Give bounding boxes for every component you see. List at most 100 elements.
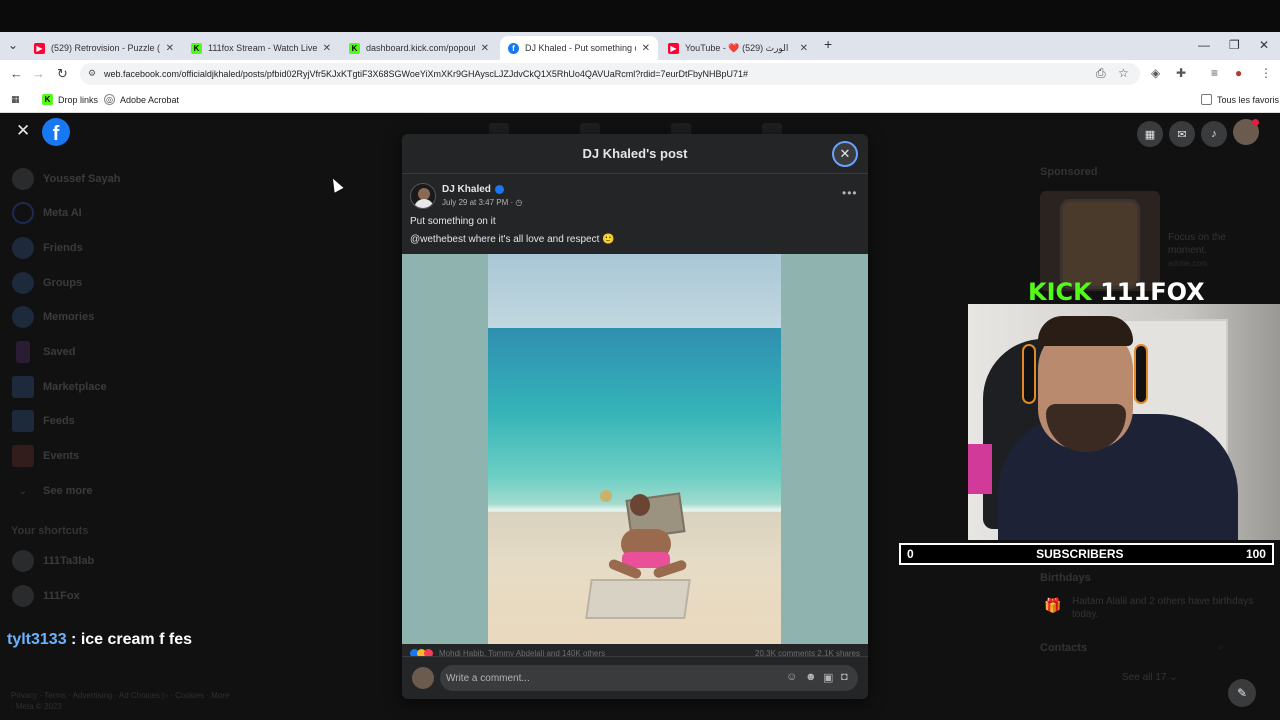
forward-icon[interactable]: → — [32, 66, 45, 81]
avatar — [12, 168, 34, 190]
tab-search-icon[interactable]: ⌄ — [8, 38, 18, 52]
sidebar-item-events[interactable]: Events — [12, 445, 79, 467]
stream-chat-message: tylt3133 : ice cream f fes — [7, 631, 192, 649]
extensions-puzzle-icon[interactable]: ✚ — [1176, 66, 1186, 80]
memories-icon — [12, 306, 34, 328]
tab-kick-dashboard[interactable]: K dashboard.kick.com/popout/1 ✕ — [341, 36, 497, 60]
shortcut-item[interactable]: 111Ta3lab — [12, 550, 94, 572]
post-media[interactable] — [402, 254, 868, 644]
tab-close-icon[interactable]: ✕ — [323, 43, 331, 54]
close-window-icon[interactable]: ✕ — [1259, 38, 1269, 52]
camera-icon[interactable]: ▣ — [823, 671, 833, 684]
headset-right — [1134, 344, 1148, 404]
birthdays-text[interactable]: Haitam Alalil and 2 others have birthday… — [1072, 595, 1262, 621]
facebook-logo-icon[interactable]: f — [42, 118, 70, 146]
site-info-icon[interactable]: ⚙ — [88, 68, 96, 79]
chevron-down-icon: ⌄ — [18, 485, 28, 497]
streamer-webcam — [968, 304, 1280, 540]
post-text: Put something on it — [410, 216, 496, 227]
restore-icon[interactable]: ❐ — [1229, 38, 1240, 52]
sidebar-item-profile[interactable]: Youssef Sayah — [12, 168, 120, 190]
tab-111fox-stream[interactable]: K 111fox Stream - Watch Live on ✕ — [183, 36, 339, 60]
beach-photo[interactable] — [488, 254, 781, 644]
sidebar-item-groups[interactable]: Groups — [12, 272, 82, 294]
modal-title: DJ Khaled's post — [402, 134, 868, 174]
sidebar-item-memories[interactable]: Memories — [12, 306, 94, 328]
tab-close-icon[interactable]: ✕ — [166, 43, 174, 54]
apps-grid-icon[interactable]: ▦ — [11, 94, 20, 105]
menu-grid-icon[interactable]: ▦ — [1137, 121, 1163, 147]
avatar — [12, 585, 34, 607]
tab-retrovision[interactable]: ▶ (529) Retrovision - Puzzle (202 ✕ — [26, 36, 182, 60]
notification-badge — [1252, 119, 1259, 126]
photo-sea — [488, 328, 781, 514]
minimize-icon[interactable]: — — [1198, 38, 1210, 52]
groups-icon — [12, 272, 34, 294]
shortcut-item[interactable]: 111Fox — [12, 585, 80, 607]
tab-close-icon[interactable]: ✕ — [642, 43, 650, 54]
ad-text[interactable]: Focus on the moment. adobe.com — [1168, 231, 1258, 270]
chat-username: tylt3133 — [7, 631, 67, 648]
extension-icon[interactable]: ◈ — [1151, 66, 1160, 80]
more-options-icon[interactable]: ••• — [842, 186, 858, 200]
sidebar-item-see-more[interactable]: ⌄ See more — [12, 480, 93, 502]
tab-youtube[interactable]: ▶ YouTube - ❤️ الورث (529) ✕ — [660, 36, 816, 60]
sub-label: SUBSCRIBERS — [1036, 547, 1124, 561]
footer-links[interactable]: Privacy · Terms · Advertising · Ad Choic… — [11, 690, 231, 712]
see-all-contacts-button[interactable]: See all 17 ⌄ — [1122, 672, 1178, 683]
marketplace-icon — [12, 376, 34, 398]
comment-input[interactable]: Write a comment... ☺ ☻ ▣ ◘ — [440, 665, 858, 691]
author-avatar[interactable] — [410, 183, 436, 209]
sidebar-item-saved[interactable]: Saved — [12, 341, 75, 363]
comment-composer: Write a comment... ☺ ☻ ▣ ◘ — [402, 656, 868, 699]
globe-icon: ◎ — [104, 94, 115, 105]
sidebar-item-feeds[interactable]: Feeds — [12, 410, 75, 432]
profile-icon[interactable]: ● — [1235, 66, 1242, 80]
sidebar-item-marketplace[interactable]: Marketplace — [12, 376, 107, 398]
feeds-icon — [12, 410, 34, 432]
sub-goal: 100 — [1245, 547, 1266, 561]
ad-image[interactable] — [1040, 191, 1160, 291]
modal-close-button[interactable]: ✕ — [832, 141, 858, 167]
new-message-icon[interactable]: ✎ — [1228, 679, 1256, 707]
birthdays-heading: Birthdays — [1040, 572, 1091, 584]
tab-dj-khaled[interactable]: f DJ Khaled - Put something on i ✕ — [500, 36, 658, 60]
avatar — [12, 550, 34, 572]
media-control-icon[interactable]: ≡ — [1211, 66, 1218, 80]
kick-overlay-logo: KICK 111FOX — [1028, 278, 1205, 306]
sidebar-item-friends[interactable]: Friends — [12, 237, 83, 259]
bookmark-adobe-acrobat[interactable]: ◎ Adobe Acrobat — [104, 94, 179, 105]
meta-ai-icon — [12, 202, 34, 224]
post-timestamp[interactable]: July 29 at 3:47 PM · ◷ — [442, 198, 522, 207]
avatar-sticker-icon[interactable]: ☺ — [786, 671, 797, 683]
beach-lounger — [585, 579, 691, 619]
tab-close-icon[interactable]: ✕ — [800, 43, 808, 54]
kick-favicon-icon: K — [42, 94, 53, 105]
address-row: ← → ↻ ⚙ web.facebook.com/officialdjkhale… — [0, 60, 1280, 88]
address-bar[interactable]: ⚙ web.facebook.com/officialdjkhaled/post… — [80, 63, 1140, 85]
close-post-view-icon[interactable]: ✕ — [16, 121, 30, 141]
sidebar-item-meta-ai[interactable]: Meta AI — [12, 202, 82, 224]
new-tab-button[interactable]: + — [824, 36, 832, 52]
contacts-search-icon[interactable]: ⌕ — [1218, 642, 1224, 653]
pink-light — [968, 444, 992, 494]
chat-text: : ice cream f fes — [66, 631, 192, 648]
sub-current: 0 — [907, 547, 914, 561]
gift-icon: 🎁 — [1044, 597, 1062, 613]
stream-top-bar — [0, 0, 1280, 32]
install-app-icon[interactable]: ⎙ — [1096, 66, 1106, 81]
bookmark-drop-links[interactable]: K Drop links — [42, 94, 98, 105]
back-icon[interactable]: ← — [10, 66, 23, 81]
emoji-icon[interactable]: ☻ — [805, 671, 817, 683]
kick-favicon-icon: K — [349, 42, 360, 54]
author-name[interactable]: DJ Khaled — [442, 184, 504, 195]
headset-left — [1022, 344, 1036, 404]
reload-icon[interactable]: ↻ — [57, 66, 68, 82]
bookmark-star-icon[interactable]: ☆ — [1118, 66, 1129, 80]
messenger-icon[interactable]: ✉ — [1169, 121, 1195, 147]
gif-icon[interactable]: ◘ — [841, 671, 848, 683]
tab-close-icon[interactable]: ✕ — [481, 43, 489, 54]
all-bookmarks-folder[interactable]: Tous les favoris — [1201, 94, 1279, 105]
browser-menu-icon[interactable]: ⋮ — [1260, 66, 1272, 80]
notifications-bell-icon[interactable]: ♪ — [1201, 121, 1227, 147]
